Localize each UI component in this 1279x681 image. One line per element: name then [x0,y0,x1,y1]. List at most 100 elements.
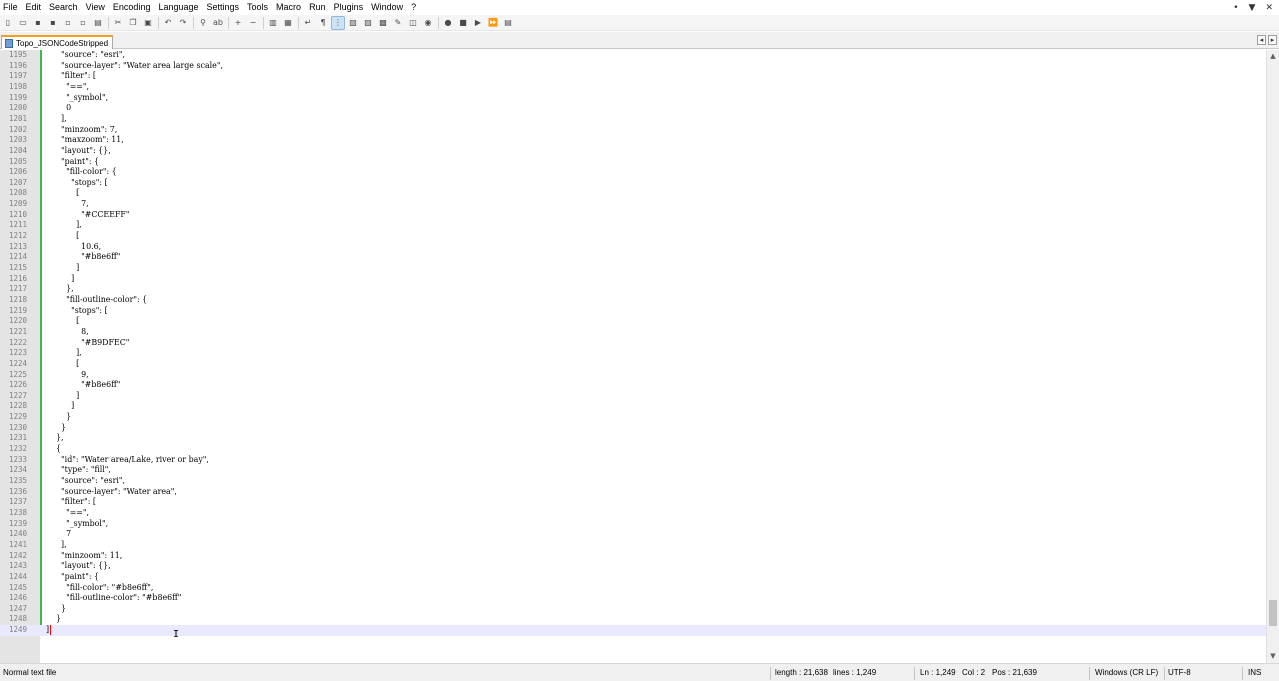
editor-area[interactable]: 1195 "source": "esri", 1196 "source-layer… [0,50,1266,663]
close-all-icon[interactable]: ▫ [77,17,89,29]
menu-plugins[interactable]: Plugins [330,0,368,15]
code-line[interactable]: 1239 "_symbol", [0,519,1266,530]
code-line[interactable]: 1202 "minzoom": 7, [0,125,1266,136]
menu-search[interactable]: Search [45,0,82,15]
code-line[interactable]: 1233 "id": "Water area/Lake, river or ba… [0,455,1266,466]
code-line[interactable]: 1227 ] [0,391,1266,402]
play-macro-icon[interactable]: ▶ [472,17,484,29]
undo-icon[interactable]: ↶ [162,17,174,29]
code-line[interactable]: 1205 "paint": { [0,157,1266,168]
code-line[interactable]: 1210 "#CCEEFF" [0,210,1266,221]
dropdown-icon[interactable]: ▼ [1249,3,1256,13]
code-line[interactable]: 1225 9, [0,370,1266,381]
tab-prev-icon[interactable]: ◂ [1257,35,1266,45]
status-encoding[interactable]: UTF-8 [1165,664,1191,681]
menu-tools[interactable]: Tools [243,0,272,15]
code-line[interactable]: 1248 } [0,614,1266,625]
menu-help[interactable]: ? [407,0,420,15]
stop-macro-icon[interactable]: ■ [457,17,469,29]
code-line[interactable]: 1226 "#b8e6ff" [0,380,1266,391]
menu-settings[interactable]: Settings [203,0,244,15]
code-line[interactable]: 1198 "==", [0,82,1266,93]
code-line[interactable]: 1214 "#b8e6ff" [0,252,1266,263]
code-line[interactable]: 1219 "stops": [ [0,306,1266,317]
save-icon[interactable]: ▪ [32,17,44,29]
open-file-icon[interactable]: ▭ [17,17,29,29]
code-line[interactable]: 1217 }, [0,284,1266,295]
code-line[interactable]: 1228 ] [0,401,1266,412]
code-line[interactable]: 1223 ], [0,348,1266,359]
menu-run[interactable]: Run [305,0,330,15]
code-line[interactable]: 1240 7 [0,529,1266,540]
code-line[interactable]: 1215 ] [0,263,1266,274]
scroll-up-icon[interactable]: ▲ [1267,50,1279,62]
zoom-in-icon[interactable]: + [232,17,244,29]
code-line[interactable]: 1224 [ [0,359,1266,370]
menu-encoding[interactable]: Encoding [109,0,155,15]
show-all-chars-icon[interactable]: ¶ [317,17,329,29]
code-line[interactable]: 1221 8, [0,327,1266,338]
code-line[interactable]: 1196 "source-layer": "Water area large s… [0,61,1266,72]
vertical-scrollbar[interactable]: ▲ ▼ [1266,50,1279,663]
menu-language[interactable]: Language [154,0,202,15]
menu-view[interactable]: View [82,0,109,15]
menu-file[interactable]: File [0,0,22,15]
find-icon[interactable]: ⚲ [197,17,209,29]
save-macro-icon[interactable]: ▤ [502,17,514,29]
menu-window[interactable]: Window [367,0,407,15]
view-icon[interactable]: ◉ [422,17,434,29]
paste-icon[interactable]: ▣ [142,17,154,29]
language-udl-icon[interactable]: ▧ [347,17,359,29]
monitoring-icon[interactable]: ◫ [407,17,419,29]
sync-vertical-icon[interactable]: ▥ [267,17,279,29]
code-line[interactable]: 1203 "maxzoom": 11, [0,135,1266,146]
code-line[interactable]: 1212 [ [0,231,1266,242]
redo-icon[interactable]: ↷ [177,17,189,29]
scrollbar-thumb[interactable] [1269,600,1277,626]
code-line[interactable]: 1216 ] [0,274,1266,285]
close-icon[interactable]: ▫ [62,17,74,29]
function-list-icon[interactable]: ▩ [377,17,389,29]
code-line[interactable]: 1231 }, [0,433,1266,444]
code-line[interactable]: 1236 "source-layer": "Water area", [0,487,1266,498]
copy-icon[interactable]: ❐ [127,17,139,29]
run-macro-multiple-icon[interactable]: ⏩ [487,17,499,29]
restore-icon[interactable]: • [1233,3,1238,13]
code-line[interactable]: 1237 "filter": [ [0,497,1266,508]
code-line[interactable]: 1234 "type": "fill", [0,465,1266,476]
folder-workspace-icon[interactable]: ✎ [392,17,404,29]
scroll-down-icon[interactable]: ▼ [1267,650,1279,662]
code-line[interactable]: 1230 } [0,423,1266,434]
code-line[interactable]: 1213 10.6, [0,242,1266,253]
code-line[interactable]: 1204 "layout": {}, [0,146,1266,157]
code-line[interactable]: 1245 "fill-color": "#b8e6ff", [0,583,1266,594]
code-line[interactable]: 1197 "filter": [ [0,71,1266,82]
indent-guide-icon[interactable]: ⋮ [331,15,345,30]
code-line[interactable]: 1222 "#B9DFEC" [0,338,1266,349]
code-line[interactable]: 1229 } [0,412,1266,423]
tab-topo-json[interactable]: Topo_JSONCodeStripped [1,35,114,49]
code-line[interactable]: 1238 "==", [0,508,1266,519]
close-window-icon[interactable]: ✕ [1265,3,1273,13]
cut-icon[interactable]: ✂ [112,17,124,29]
tab-next-icon[interactable]: ▸ [1268,35,1277,45]
code-line[interactable]: 1242 "minzoom": 11, [0,551,1266,562]
word-wrap-icon[interactable]: ↵ [302,17,314,29]
code-line[interactable]: 1246 "fill-outline-color": "#b8e6ff" [0,593,1266,604]
replace-icon[interactable]: ab [212,17,224,29]
code-line[interactable]: 1195 "source": "esri", [0,50,1266,61]
code-line[interactable]: 1208 [ [0,188,1266,199]
status-eol[interactable]: Windows (CR LF) [1092,664,1158,681]
code-line[interactable]: 1235 "source": "esri", [0,476,1266,487]
status-insert-mode[interactable]: INS [1245,664,1261,681]
code-line[interactable]: 1211 ], [0,220,1266,231]
zoom-out-icon[interactable]: − [247,17,259,29]
menu-macro[interactable]: Macro [272,0,305,15]
code-line[interactable]: 1218 "fill-outline-color": { [0,295,1266,306]
print-icon[interactable]: ▤ [92,17,104,29]
new-file-icon[interactable]: ▯ [2,17,14,29]
code-line[interactable]: 1249] [0,625,1266,636]
menu-edit[interactable]: Edit [22,0,46,15]
save-all-icon[interactable]: ▪ [47,17,59,29]
code-line[interactable]: 1209 7, [0,199,1266,210]
